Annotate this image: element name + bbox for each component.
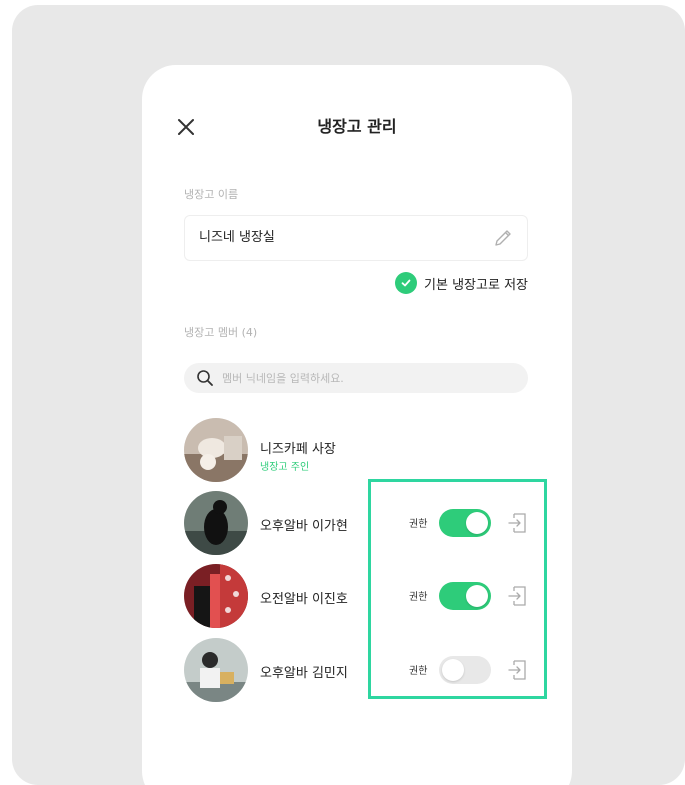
permission-label: 권한	[409, 666, 428, 677]
default-fridge-checkbox[interactable]: 기본 냉장고로 저장	[395, 271, 528, 295]
member-row: 오후알바 김민지 권한	[184, 638, 534, 702]
remove-member-icon[interactable]	[506, 584, 530, 608]
fridge-name-field[interactable]: 니즈네 냉장실	[184, 215, 528, 261]
default-fridge-label: 기본 냉장고로 저장	[424, 277, 528, 293]
permission-toggle[interactable]	[439, 509, 491, 537]
background-frame: 냉장고 관리 냉장고 이름 니즈네 냉장실 기본 냉장고로 저장 냉장고 멤버 …	[12, 5, 685, 785]
permission-label: 권한	[409, 519, 428, 530]
avatar	[184, 564, 248, 628]
member-name: 오후알바 이가현	[260, 519, 348, 534]
header: 냉장고 관리	[142, 107, 572, 147]
close-icon[interactable]	[174, 115, 198, 139]
member-name: 니즈카페 사장	[260, 442, 336, 457]
phone-screen: 냉장고 관리 냉장고 이름 니즈네 냉장실 기본 냉장고로 저장 냉장고 멤버 …	[142, 65, 572, 785]
permission-toggle[interactable]	[439, 582, 491, 610]
avatar	[184, 418, 248, 482]
member-row: 오전알바 이진호 권한	[184, 564, 534, 628]
check-icon	[395, 272, 418, 294]
toggle-knob	[442, 659, 464, 681]
avatar	[184, 491, 248, 555]
member-search-bar	[184, 363, 528, 393]
remove-member-icon[interactable]	[506, 511, 530, 535]
page-title: 냉장고 관리	[317, 117, 397, 136]
member-search-input[interactable]	[222, 363, 512, 393]
remove-member-icon[interactable]	[506, 658, 530, 682]
member-name: 오전알바 이진호	[260, 592, 348, 607]
toggle-knob	[466, 512, 488, 534]
members-label: 냉장고 멤버 (4)	[184, 326, 258, 339]
fridge-name-label: 냉장고 이름	[184, 188, 239, 201]
fridge-name-value: 니즈네 냉장실	[199, 230, 275, 245]
owner-badge: 냉장고 주인	[260, 462, 310, 473]
avatar	[184, 638, 248, 702]
permission-label: 권한	[409, 592, 428, 603]
search-icon	[197, 370, 213, 386]
pencil-icon[interactable]	[491, 226, 515, 250]
member-name: 오후알바 김민지	[260, 666, 348, 681]
permission-toggle[interactable]	[439, 656, 491, 684]
toggle-knob	[466, 585, 488, 607]
member-row: 니즈카페 사장 냉장고 주인	[184, 418, 534, 482]
member-row: 오후알바 이가현 권한	[184, 491, 534, 555]
